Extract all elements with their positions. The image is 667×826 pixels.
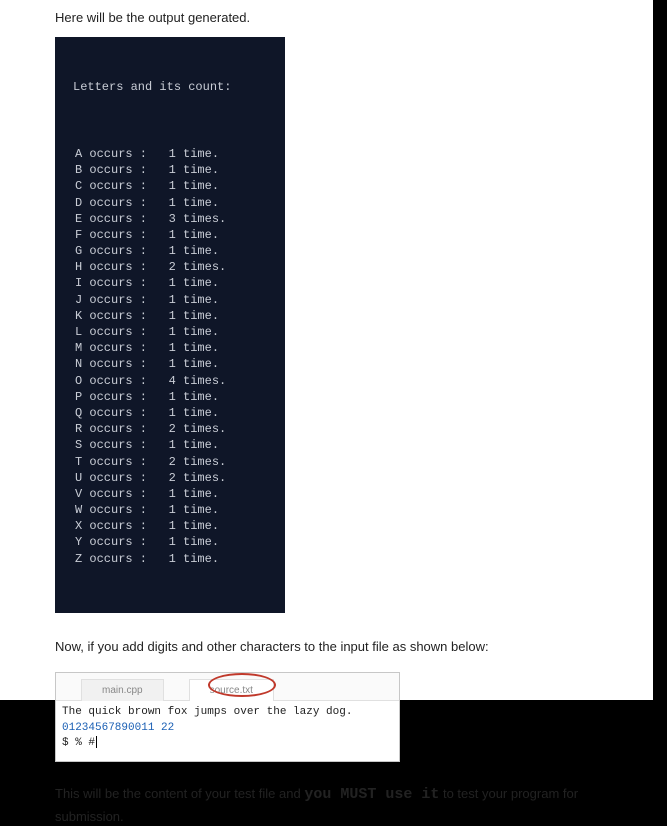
terminal-row: P occurs : 1 time. bbox=[73, 389, 267, 405]
terminal-row: J occurs : 1 time. bbox=[73, 292, 267, 308]
terminal-row: B occurs : 1 time. bbox=[73, 162, 267, 178]
terminal-row: R occurs : 2 times. bbox=[73, 421, 267, 437]
terminal-header: Letters and its count: bbox=[73, 79, 267, 95]
text-cursor bbox=[96, 736, 97, 748]
terminal-row: E occurs : 3 times. bbox=[73, 211, 267, 227]
editor-line-2: 01234567890011 22 bbox=[62, 721, 393, 736]
terminal-output: Letters and its count: A occurs : 1 time… bbox=[55, 37, 285, 613]
terminal-row: Y occurs : 1 time. bbox=[73, 534, 267, 550]
terminal-row: X occurs : 1 time. bbox=[73, 518, 267, 534]
tab-source-txt[interactable]: source.txt bbox=[189, 679, 274, 701]
terminal-row: C occurs : 1 time. bbox=[73, 178, 267, 194]
terminal-row: L occurs : 1 time. bbox=[73, 324, 267, 340]
tab-bar: main.cpp source.txt bbox=[56, 673, 399, 701]
terminal-rows: A occurs : 1 time.B occurs : 1 time.C oc… bbox=[73, 146, 267, 567]
terminal-row: W occurs : 1 time. bbox=[73, 502, 267, 518]
editor-box: main.cpp source.txt The quick brown fox … bbox=[55, 672, 400, 762]
terminal-row: M occurs : 1 time. bbox=[73, 340, 267, 356]
follow-text: Now, if you add digits and other charact… bbox=[55, 639, 603, 654]
editor-content: The quick brown fox jumps over the lazy … bbox=[56, 701, 399, 761]
document-page: Here will be the output generated. Lette… bbox=[0, 0, 659, 700]
terminal-row: D occurs : 1 time. bbox=[73, 195, 267, 211]
final-emph: you MUST use it bbox=[304, 786, 439, 803]
terminal-row: S occurs : 1 time. bbox=[73, 437, 267, 453]
terminal-row: N occurs : 1 time. bbox=[73, 356, 267, 372]
terminal-row: V occurs : 1 time. bbox=[73, 486, 267, 502]
terminal-row: Z occurs : 1 time. bbox=[73, 551, 267, 567]
editor-line-1: The quick brown fox jumps over the lazy … bbox=[62, 705, 393, 720]
terminal-row: G occurs : 1 time. bbox=[73, 243, 267, 259]
terminal-row: F occurs : 1 time. bbox=[73, 227, 267, 243]
terminal-row: A occurs : 1 time. bbox=[73, 146, 267, 162]
terminal-row: K occurs : 1 time. bbox=[73, 308, 267, 324]
editor-line-3-text: $ % # bbox=[62, 737, 95, 749]
terminal-row: Q occurs : 1 time. bbox=[73, 405, 267, 421]
terminal-row: O occurs : 4 times. bbox=[73, 373, 267, 389]
terminal-row: U occurs : 2 times. bbox=[73, 470, 267, 486]
final-paragraph: This will be the content of your test fi… bbox=[55, 784, 603, 826]
terminal-row: T occurs : 2 times. bbox=[73, 454, 267, 470]
tab-main-cpp[interactable]: main.cpp bbox=[81, 679, 164, 701]
terminal-row: I occurs : 1 time. bbox=[73, 275, 267, 291]
intro-text: Here will be the output generated. bbox=[55, 10, 603, 25]
final-p1a: This will be the content of your test fi… bbox=[55, 786, 304, 801]
editor-line-3: $ % # bbox=[62, 736, 393, 751]
terminal-row: H occurs : 2 times. bbox=[73, 259, 267, 275]
